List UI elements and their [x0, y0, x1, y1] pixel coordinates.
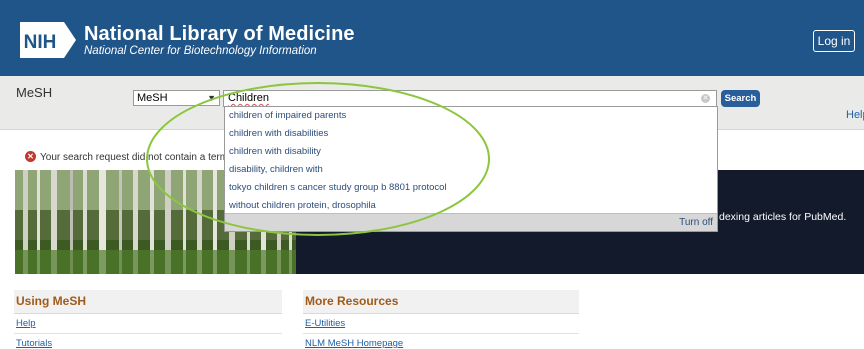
divider [303, 333, 579, 334]
search-input[interactable]: Children ✕ [223, 90, 717, 107]
help-link[interactable]: Help [846, 109, 864, 121]
site-subtitle: National Center for Biotechnology Inform… [84, 45, 317, 57]
database-select-value: MeSH [137, 92, 168, 104]
search-button[interactable]: Search [721, 90, 760, 107]
logo-text: NIH [24, 32, 57, 53]
help-link-bottom[interactable]: Help [16, 318, 36, 329]
autocomplete-item[interactable]: disability, children with [225, 161, 717, 179]
using-mesh-heading: Using MeSH [14, 290, 282, 314]
site-title[interactable]: National Library of Medicine [84, 23, 355, 45]
nih-logo-icon[interactable]: NIH [20, 22, 76, 58]
more-resources-heading: More Resources [303, 290, 579, 314]
tutorials-link[interactable]: Tutorials [16, 338, 52, 349]
turn-off-link[interactable]: Turn off [679, 217, 713, 228]
hero-text: dexing articles for PubMed. [719, 211, 847, 223]
warning-message: Your search request did not contain a te… [40, 152, 231, 163]
autocomplete-dropdown: children of impaired parents children wi… [224, 106, 718, 232]
nlm-mesh-homepage-link[interactable]: NLM MeSH Homepage [305, 338, 403, 349]
database-select[interactable]: MeSH ▼ [133, 90, 220, 106]
error-icon: ✕ [25, 151, 36, 162]
site-header: NIH National Library of Medicine Nationa… [0, 0, 864, 76]
autocomplete-item[interactable]: tokyo children s cancer study group b 88… [225, 179, 717, 197]
autocomplete-footer: Turn off [225, 213, 717, 231]
autocomplete-item[interactable]: children of impaired parents [225, 107, 717, 125]
search-input-value: Children [228, 92, 269, 104]
autocomplete-item[interactable]: children with disabilities [225, 125, 717, 143]
clear-icon[interactable]: ✕ [701, 94, 710, 103]
divider [14, 333, 282, 334]
page: NIH National Library of Medicine Nationa… [0, 0, 864, 349]
autocomplete-item[interactable]: children with disability [225, 143, 717, 161]
e-utilities-link[interactable]: E-Utilities [305, 318, 345, 329]
login-button[interactable]: Log in [813, 30, 855, 52]
database-label: MeSH [16, 85, 53, 100]
chevron-down-icon: ▼ [207, 93, 216, 103]
